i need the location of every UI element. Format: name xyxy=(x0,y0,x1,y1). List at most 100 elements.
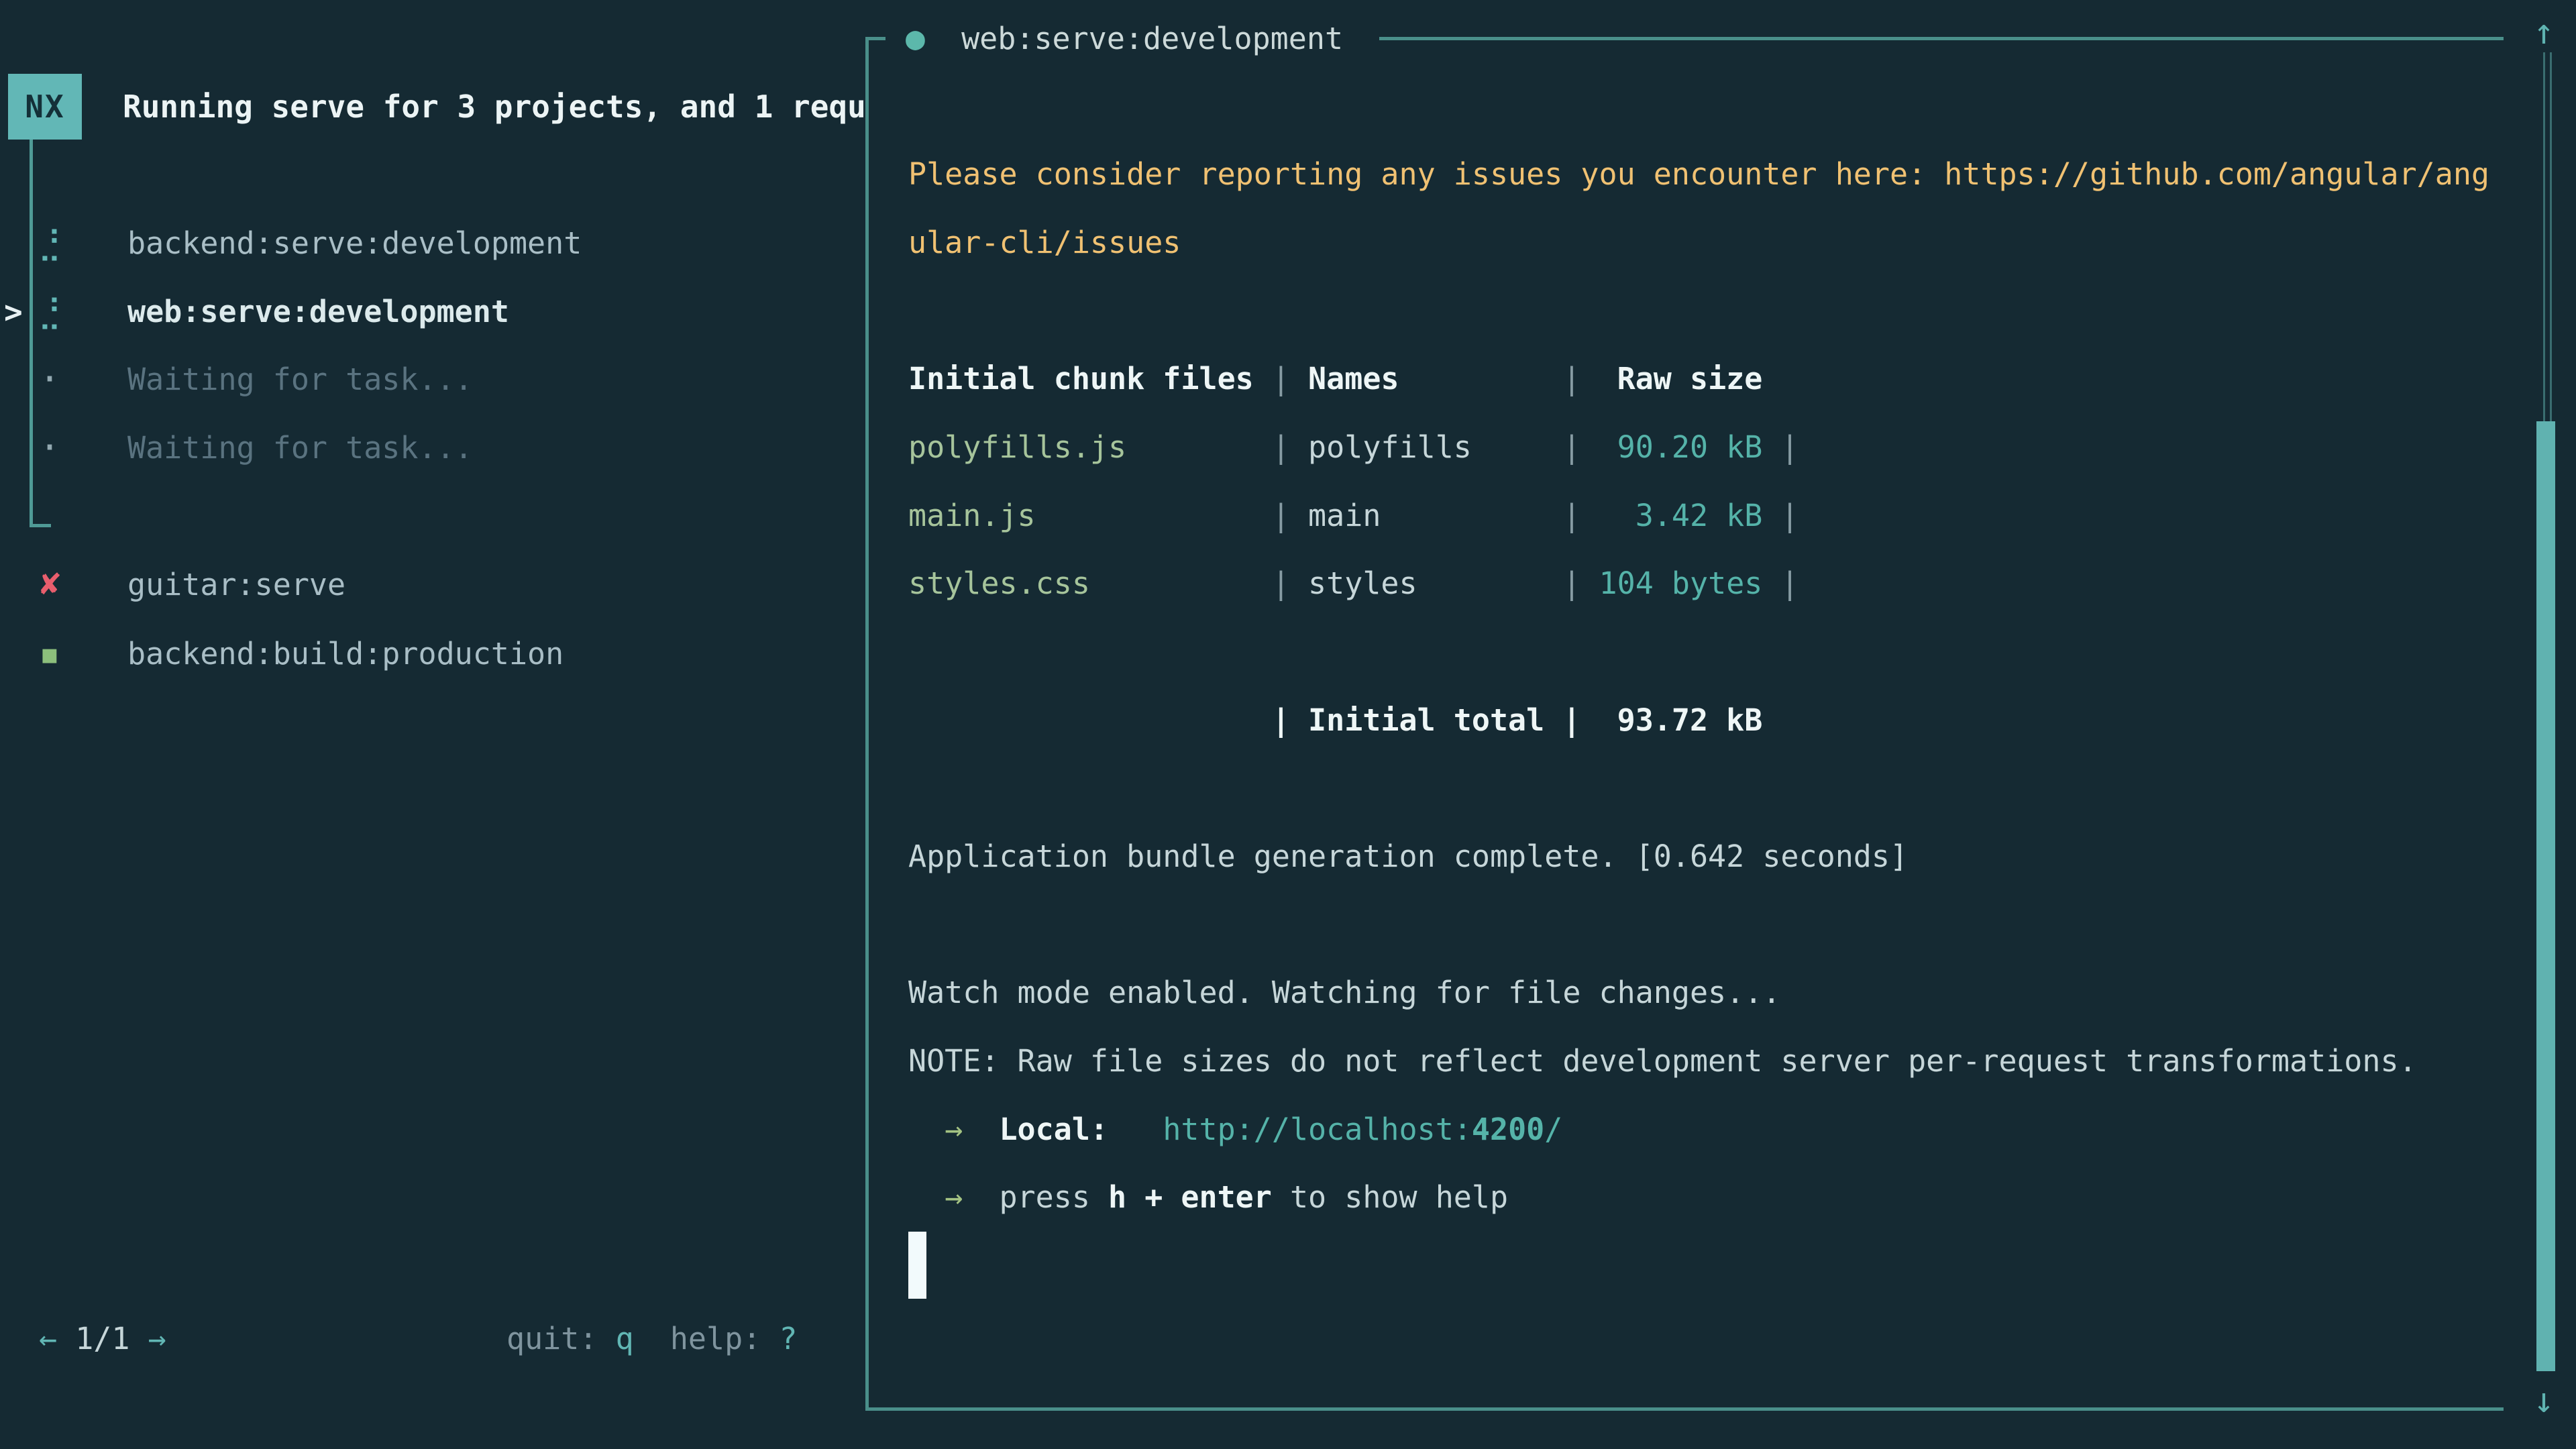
terminal-text: press xyxy=(963,1179,1108,1215)
terminal-line-3: Initial chunk files | Names | Raw size xyxy=(908,345,1762,413)
terminal-text: 104 bytes xyxy=(1599,566,1763,601)
panel-border-bottom xyxy=(865,1407,2504,1411)
terminal-line-10: Application bundle generation complete. … xyxy=(908,822,1908,891)
help-label: help: xyxy=(670,1321,761,1356)
task-row-waiting-2[interactable]: · Waiting for task... xyxy=(0,414,865,482)
help-key: ? xyxy=(779,1321,797,1356)
sidebar-title: Running serve for 3 projects, and 1 requ xyxy=(123,74,865,140)
local-url-link[interactable]: http://localhost: xyxy=(1163,1112,1472,1147)
page-indicator: 1/1 xyxy=(75,1321,129,1356)
spinner-icon: ⣘ xyxy=(35,278,64,346)
terminal-line-1: ular-cli/issues xyxy=(908,209,1181,277)
nx-terminal-ui: { "colors": { "background": "#152a33", "… xyxy=(0,0,2576,1449)
terminal-text: | xyxy=(1036,498,1308,533)
task-label: backend:build:production xyxy=(127,620,564,688)
terminal-text: | xyxy=(1762,566,1799,601)
panel-border-left xyxy=(865,37,869,1411)
arrow-icon: → xyxy=(945,1179,963,1215)
scroll-down-arrow-icon[interactable]: ↓ xyxy=(2524,1381,2564,1421)
terminal-text: | xyxy=(1381,498,1599,533)
task-row-backend-build[interactable]: ▪ backend:build:production xyxy=(0,620,865,688)
quit-label: quit: xyxy=(506,1321,597,1356)
terminal-line-0: Please consider reporting any issues you… xyxy=(908,140,2489,209)
task-label: guitar:serve xyxy=(127,551,345,619)
terminal-line-13: NOTE: Raw file sizes do not reflect deve… xyxy=(908,1027,2417,1095)
terminal-text: polyfills xyxy=(1308,429,1472,465)
terminal-text: Local: xyxy=(999,1112,1108,1147)
terminal-text: 90.20 kB xyxy=(1599,429,1763,465)
task-label: Waiting for task... xyxy=(127,345,473,414)
scrollbar-track[interactable] xyxy=(2550,52,2552,423)
terminal-text: h + enter xyxy=(1108,1179,1272,1215)
pending-dot-icon: · xyxy=(35,345,64,414)
terminal-text: Raw size xyxy=(1599,361,1763,396)
terminal-text: polyfills.js xyxy=(908,429,1126,465)
terminal-text: styles.css xyxy=(908,566,1090,601)
failed-cross-icon: ✘ xyxy=(35,551,64,619)
local-url-slash[interactable]: / xyxy=(1544,1112,1562,1147)
terminal-text: Application bundle generation complete. … xyxy=(908,839,1908,874)
success-square-icon: ▪ xyxy=(35,620,64,688)
terminal-text: 3.42 kB xyxy=(1599,498,1763,533)
task-row-guitar-serve[interactable]: ✘ guitar:serve xyxy=(0,551,865,619)
terminal-text: styles xyxy=(1308,566,1417,601)
selected-chevron-icon: > xyxy=(4,278,23,346)
terminal-line-8: | Initial total | 93.72 kB xyxy=(908,686,1762,755)
task-row-waiting-1[interactable]: · Waiting for task... xyxy=(0,345,865,414)
page-next-arrow-icon[interactable]: → xyxy=(148,1321,166,1356)
terminal-text: main.js xyxy=(908,498,1036,533)
task-label: web:serve:development xyxy=(127,278,509,346)
terminal-text: Initial chunk files xyxy=(908,361,1254,396)
task-output-panel: ● web:serve:development Please consider … xyxy=(865,0,2576,1449)
panel-title: web:serve:development xyxy=(961,21,1343,56)
terminal-text: | xyxy=(1417,566,1599,601)
terminal-text: Please consider reporting any issues you… xyxy=(908,156,2489,192)
terminal-cursor xyxy=(908,1232,926,1299)
terminal-line-5: main.js | main | 3.42 kB | xyxy=(908,482,1799,550)
terminal-text: main xyxy=(1308,498,1381,533)
scrollbar-track[interactable] xyxy=(2543,52,2545,423)
terminal-text: | xyxy=(1472,429,1599,465)
terminal-text: | xyxy=(1126,429,1308,465)
page-prev-arrow-icon[interactable]: ← xyxy=(39,1321,57,1356)
nx-logo: NX xyxy=(8,74,82,140)
sidebar: NX Running serve for 3 projects, and 1 r… xyxy=(0,0,865,1449)
pending-dot-icon: · xyxy=(35,414,64,482)
status-dot-icon: ● xyxy=(906,19,925,57)
terminal-text xyxy=(1108,1112,1163,1147)
terminal-text: ular-cli/issues xyxy=(908,225,1181,260)
terminal-line-15: → press h + enter to show help xyxy=(908,1163,1508,1232)
arrow-icon: → xyxy=(945,1112,963,1147)
scroll-up-arrow-icon[interactable]: ↑ xyxy=(2524,12,2564,52)
terminal-text: Names xyxy=(1308,361,1399,396)
pagination: ← 1/1 → xyxy=(39,1305,166,1373)
terminal-text: | xyxy=(1762,498,1799,533)
terminal-text: NOTE: Raw file sizes do not reflect deve… xyxy=(908,1043,2417,1079)
spinner-icon: ⣘ xyxy=(35,209,64,278)
terminal-text: | xyxy=(1090,566,1308,601)
terminal-text: to show help xyxy=(1272,1179,1508,1215)
panel-border-top-stub xyxy=(865,37,885,40)
scrollbar-thumb[interactable] xyxy=(2536,421,2555,1371)
task-label: Waiting for task... xyxy=(127,414,473,482)
terminal-line-12: Watch mode enabled. Watching for file ch… xyxy=(908,959,1780,1027)
task-row-backend-serve[interactable]: ⣘ backend:serve:development xyxy=(0,209,865,278)
terminal-line-4: polyfills.js | polyfills | 90.20 kB | xyxy=(908,413,1799,482)
terminal-text: | Initial total | 93.72 kB xyxy=(908,702,1762,738)
panel-border-top xyxy=(1379,37,2504,40)
terminal-text: | xyxy=(1254,361,1308,396)
terminal-text: Watch mode enabled. Watching for file ch… xyxy=(908,975,1780,1010)
terminal-text xyxy=(908,1179,945,1215)
terminal-line-6: styles.css | styles | 104 bytes | xyxy=(908,549,1799,618)
keyboard-shortcuts: quit: q help: ? xyxy=(506,1305,798,1373)
local-url-port[interactable]: 4200 xyxy=(1472,1112,1544,1147)
terminal-text: | xyxy=(1399,361,1599,396)
terminal-text xyxy=(963,1112,999,1147)
terminal-text xyxy=(908,1112,945,1147)
terminal-text: | xyxy=(1762,429,1799,465)
panel-header: ● web:serve:development xyxy=(906,4,1343,72)
task-row-web-serve[interactable]: > ⣘ web:serve:development xyxy=(0,278,865,346)
task-label: backend:serve:development xyxy=(127,209,582,278)
quit-key: q xyxy=(616,1321,634,1356)
terminal-line-14: → Local: http://localhost:4200/ xyxy=(908,1095,1562,1164)
